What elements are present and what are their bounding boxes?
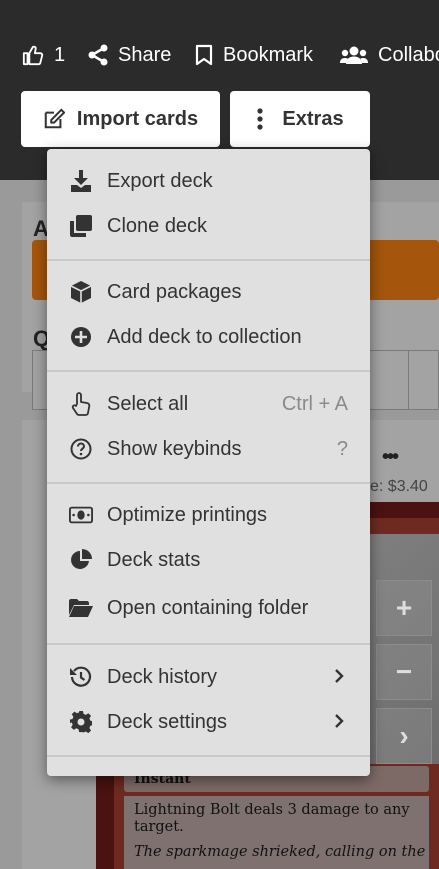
- menu-item-label: Card packages: [107, 280, 242, 303]
- decrease-quantity-button[interactable]: −: [376, 644, 432, 700]
- import-cards-label: Import cards: [76, 107, 199, 130]
- extras-button[interactable]: Extras: [230, 91, 370, 147]
- menu-item-shortcut: ?: [336, 437, 348, 460]
- menu-item-clone-deck[interactable]: Clone deck: [47, 205, 370, 247]
- menu-item-open-folder[interactable]: Open containing folder: [47, 587, 370, 629]
- edit-icon: [44, 108, 65, 129]
- menu-item-label: Select all: [107, 392, 189, 415]
- menu-item-label: Clone deck: [107, 214, 208, 237]
- menu-divider: [47, 370, 370, 372]
- menu-item-add-to-collection[interactable]: Add deck to collection: [47, 316, 370, 358]
- menu-item-label: Show keybinds: [107, 437, 242, 460]
- folder-open-icon: [69, 596, 93, 620]
- card-flavor-text: The sparkmage shrieked, calling on the: [134, 844, 426, 860]
- users-icon: [340, 46, 368, 64]
- menu-item-label: Deck stats: [107, 548, 201, 571]
- menu-item-shortcut: Ctrl + A: [281, 392, 348, 415]
- chevron-right-icon: [335, 669, 344, 683]
- download-icon: [69, 169, 93, 193]
- thumbs-up-icon: [22, 45, 44, 66]
- menu-divider: [47, 259, 370, 261]
- more-options-icon[interactable]: •••: [382, 446, 399, 469]
- field-divider: [408, 351, 409, 409]
- collaborate-label: Collabo: [378, 43, 439, 66]
- share-label: Share: [118, 43, 172, 66]
- collaborate-button[interactable]: Collabo: [340, 40, 439, 70]
- card-text-box: Lightning Bolt deals 3 damage to any tar…: [124, 796, 429, 869]
- hand-pointer-icon: [69, 392, 93, 416]
- menu-divider: [47, 482, 370, 484]
- bookmark-icon: [195, 44, 213, 66]
- money-icon: [69, 503, 93, 527]
- bookmark-button[interactable]: Bookmark: [195, 40, 313, 70]
- box-icon: [69, 280, 93, 304]
- bookmark-label: Bookmark: [223, 43, 314, 66]
- menu-item-label: Deck history: [107, 665, 218, 688]
- extras-label: Extras: [282, 107, 344, 130]
- share-icon: [88, 44, 108, 66]
- menu-item-deck-settings[interactable]: Deck settings: [47, 701, 370, 743]
- menu-divider: [47, 755, 370, 757]
- menu-item-label: Optimize printings: [107, 503, 268, 526]
- like-count: 1: [54, 43, 66, 66]
- share-button[interactable]: Share: [88, 40, 171, 70]
- menu-item-deck-history[interactable]: Deck history: [47, 656, 370, 698]
- clone-icon: [69, 214, 93, 238]
- vertical-ellipsis-icon: [257, 108, 264, 130]
- extras-dropdown-menu: Export deck Clone deck Card packages Add…: [47, 149, 370, 776]
- menu-item-deck-stats[interactable]: Deck stats: [47, 539, 370, 581]
- menu-item-show-keybinds[interactable]: Show keybinds ?: [47, 428, 370, 470]
- menu-item-optimize-printings[interactable]: Optimize printings: [47, 494, 370, 536]
- menu-item-label: Export deck: [107, 169, 213, 192]
- menu-item-select-all[interactable]: Select all Ctrl + A: [47, 383, 370, 425]
- pie-chart-icon: [69, 548, 93, 572]
- gear-icon: [69, 710, 93, 734]
- chevron-right-icon: [335, 714, 344, 728]
- menu-item-label: Deck settings: [107, 710, 228, 733]
- card-rules-text: Lightning Bolt deals 3 damage to any tar…: [134, 802, 410, 835]
- import-cards-button[interactable]: Import cards: [21, 91, 220, 147]
- card-price: e: $3.40: [370, 478, 428, 495]
- menu-item-label: Add deck to collection: [107, 325, 302, 348]
- plus-circle-icon: [69, 325, 93, 349]
- menu-item-card-packages[interactable]: Card packages: [47, 271, 370, 313]
- like-button[interactable]: 1: [22, 40, 65, 70]
- next-card-button[interactable]: ›: [376, 708, 432, 764]
- question-circle-icon: [69, 437, 93, 461]
- menu-item-export-deck[interactable]: Export deck: [47, 160, 370, 202]
- menu-item-label: Open containing folder: [107, 596, 309, 619]
- increase-quantity-button[interactable]: +: [376, 580, 432, 636]
- menu-divider: [47, 643, 370, 645]
- history-icon: [69, 665, 93, 689]
